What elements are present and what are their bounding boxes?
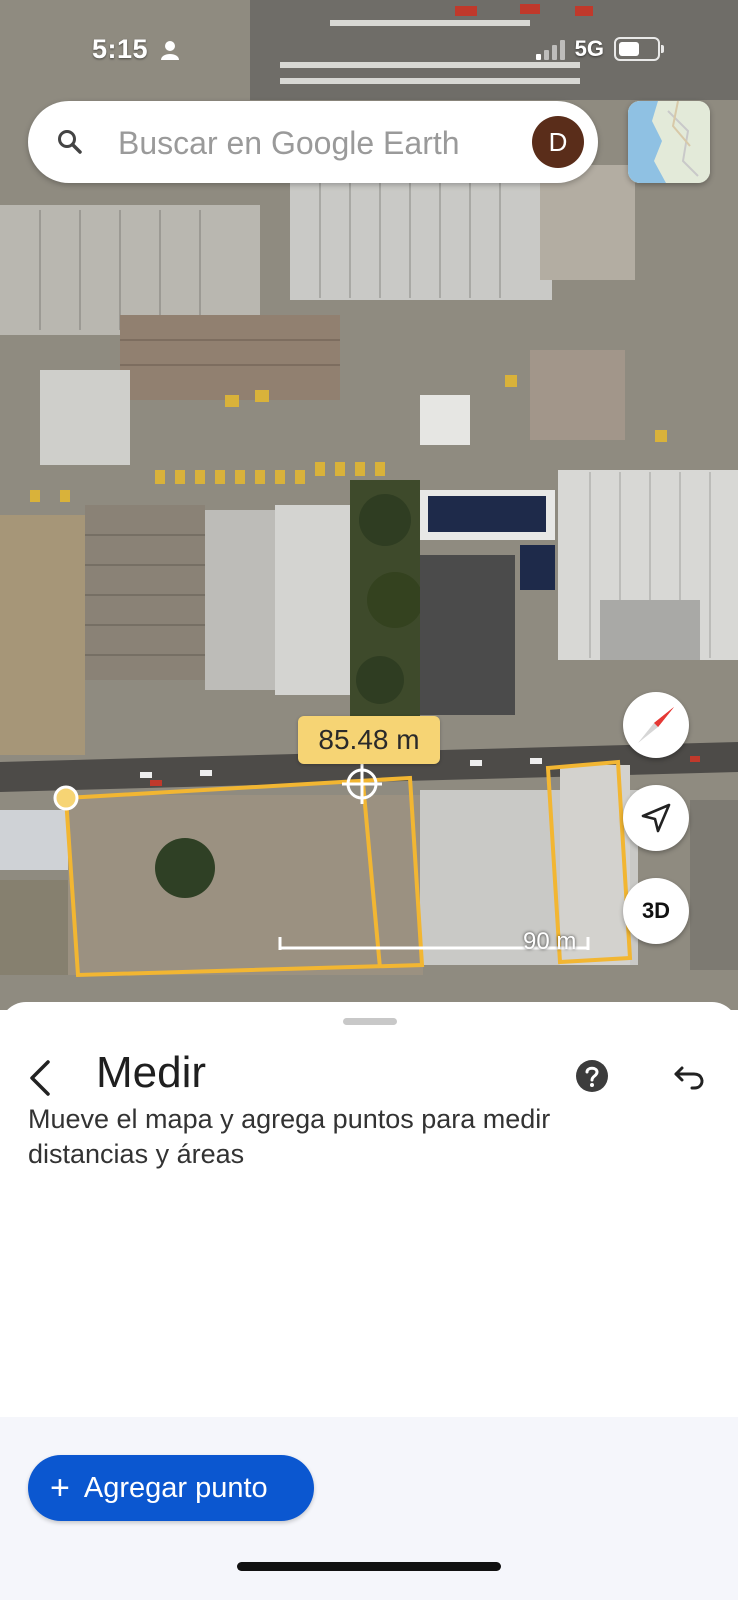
back-button[interactable] [22, 1056, 62, 1100]
add-point-button[interactable]: + Agregar punto [28, 1455, 314, 1521]
sheet-description: Mueve el mapa y agrega puntos para medir… [28, 1104, 551, 1169]
status-time: 5:15 [92, 34, 149, 64]
measure-sheet: Medir Mueve el mapa y agrega puntos para… [0, 1002, 738, 1600]
battery-icon [614, 37, 664, 61]
search-icon [56, 128, 84, 161]
help-button[interactable] [574, 1058, 610, 1094]
satellite-map[interactable]: 5:15 5G D 85.48 m 90 m [0, 0, 738, 1010]
undo-button[interactable] [672, 1060, 708, 1094]
compass-button[interactable] [623, 692, 689, 758]
person-icon [160, 40, 180, 65]
plus-icon: + [50, 1469, 70, 1507]
status-indicators: 5G [535, 36, 664, 62]
my-location-button[interactable] [623, 785, 689, 851]
map-thumbnail-icon [628, 101, 710, 183]
sheet-title: Medir [96, 1048, 207, 1097]
network-type: 5G [574, 36, 604, 61]
help-icon [576, 1060, 608, 1092]
add-point-label: Agregar punto [83, 1471, 268, 1504]
back-arrow-icon [30, 1060, 50, 1096]
home-indicator[interactable] [237, 1562, 501, 1571]
drag-handle[interactable] [343, 1018, 397, 1025]
my-location-icon [641, 803, 671, 833]
measurement-distance-label: 85.48 m [298, 716, 440, 764]
search-input[interactable] [116, 119, 540, 167]
toggle-3d-button[interactable]: 3D [623, 878, 689, 944]
scale-label: 90 m [523, 928, 577, 955]
search-bar[interactable]: D [28, 101, 598, 183]
map-layers-button[interactable] [628, 101, 710, 183]
signal-icon [535, 38, 565, 60]
compass-icon [638, 707, 674, 743]
sheet-footer: + Agregar punto [0, 1417, 738, 1600]
avatar[interactable]: D [532, 116, 584, 168]
undo-icon [674, 1066, 704, 1090]
